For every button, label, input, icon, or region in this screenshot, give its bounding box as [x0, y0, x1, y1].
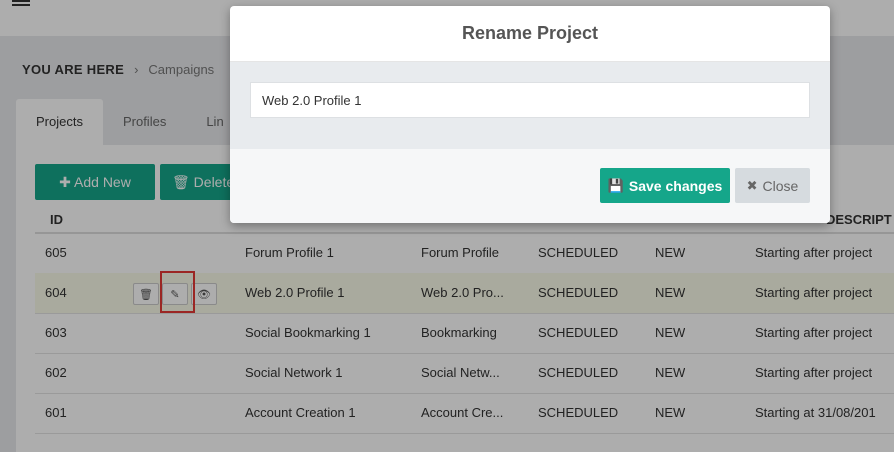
modal-header: Rename Project	[230, 6, 830, 62]
modal-footer: 💾 Save changes ✖ Close	[230, 149, 830, 223]
save-changes-label: Save changes	[628, 177, 723, 194]
close-label: Close	[762, 177, 799, 194]
modal-body	[230, 62, 830, 149]
close-icon: ✖	[746, 177, 758, 193]
rename-project-modal: Rename Project 💾 Save changes ✖ Close	[230, 6, 830, 223]
floppy-disk-icon: 💾	[607, 177, 624, 193]
close-button[interactable]: ✖ Close	[735, 168, 810, 203]
project-name-input[interactable]	[250, 82, 810, 118]
modal-title: Rename Project	[461, 23, 599, 43]
save-changes-button[interactable]: 💾 Save changes	[600, 168, 730, 203]
